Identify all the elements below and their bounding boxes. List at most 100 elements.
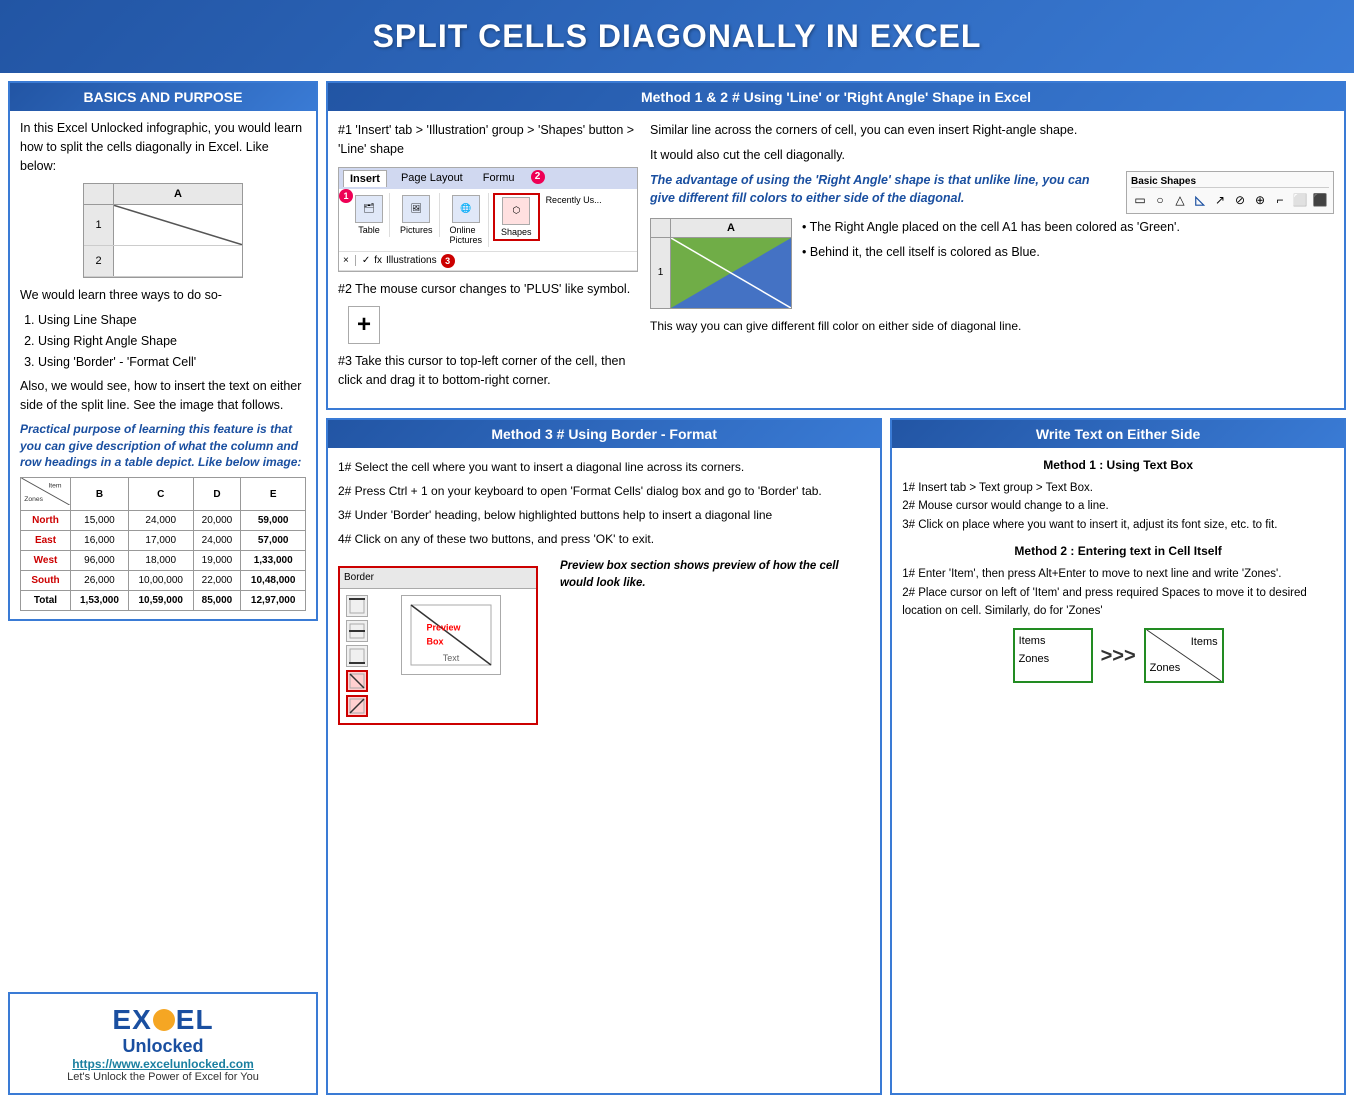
shape-rect: ▭ [1131, 191, 1149, 209]
row-num-2: 2 [84, 246, 114, 276]
ribbon-group-tables: 🗂 Table [349, 193, 390, 237]
ribbon-group-online: 🌐 OnlinePictures [444, 193, 490, 247]
shape-misc4: ⬜ [1291, 191, 1309, 209]
arrow-icon: >>> [1101, 640, 1136, 672]
north-c: 24,000 [128, 511, 193, 531]
methods-list: Using Line Shape Using Right Angle Shape… [38, 311, 306, 371]
ribbon-body: 1 🗂 Table 🖼 Pictures 🌐 [339, 189, 637, 251]
ribbon-tabs: Insert Page Layout Formu 2 [339, 168, 637, 189]
method12-left: #1 'Insert' tab > 'Illustration' group >… [338, 121, 638, 398]
north-e: 59,000 [241, 511, 306, 531]
east-b: 16,000 [71, 531, 129, 551]
logo-url[interactable]: https://www.excelunlocked.com [20, 1057, 306, 1071]
color-demo-excel: A 1 [650, 218, 792, 309]
logo-ex: EX [112, 1004, 151, 1035]
total-label: Total [21, 591, 71, 611]
logo-el: EL [176, 1004, 214, 1035]
ribbon-shapes-label: Shapes [501, 227, 532, 237]
excel-row-1: 1 [84, 205, 242, 246]
border-btn-diag2[interactable] [346, 695, 368, 717]
basic-shapes-title: Basic Shapes [1131, 176, 1329, 188]
method12-header: Method 1 & 2 # Using 'Line' or 'Right An… [328, 83, 1344, 111]
items-zones-demo: Items Zones >>> Items Zones [902, 628, 1334, 683]
border-dialog: Border [338, 566, 538, 725]
cell2-diag-line [1146, 630, 1222, 681]
col-c-header: C [128, 478, 193, 511]
method12-content: #1 'Insert' tab > 'Illustration' group >… [328, 111, 1344, 408]
border-preview-box: Preview Box Text [401, 595, 501, 675]
west-label: West [21, 551, 71, 571]
border-btn-bottom[interactable] [346, 645, 368, 667]
logo-main: EX EL [20, 1004, 306, 1036]
m3-step3: 3# Under 'Border' heading, below highlig… [338, 506, 870, 525]
color-demo-header: A [651, 219, 791, 238]
formula-name: × [343, 255, 356, 266]
north-b: 15,000 [71, 511, 129, 531]
intro-text: In this Excel Unlocked infographic, you … [20, 119, 306, 175]
also-text: Also, we would see, how to insert the te… [20, 377, 306, 415]
illustrations-label: Illustrations [386, 255, 437, 266]
ribbon-num-2: 2 [531, 170, 545, 184]
total-e: 12,97,000 [241, 591, 306, 611]
formula-fx: fx [374, 255, 382, 266]
shape-circle: ○ [1151, 191, 1169, 209]
col-b-header: B [71, 478, 129, 511]
items-zones-cell-1: Items Zones [1013, 628, 1093, 683]
border-btn-diag1[interactable] [346, 670, 368, 692]
border-btn-middle[interactable] [346, 620, 368, 642]
logo-circle [153, 1009, 175, 1031]
ribbon-tab-formulas[interactable]: Formu [477, 170, 521, 187]
method-3: Using 'Border' - 'Format Cell' [38, 353, 306, 372]
bullet2: • Behind it, the cell itself is colored … [802, 243, 1180, 262]
color-demo-bullets: • The Right Angle placed on the cell A1 … [802, 218, 1180, 268]
col-d-header: D [193, 478, 241, 511]
method1-title: Method 1 : Using Text Box [902, 456, 1334, 475]
table-row: South 26,000 10,00,000 22,000 10,48,000 [21, 571, 306, 591]
basics-section: BASICS AND PURPOSE In this Excel Unlocke… [8, 81, 318, 621]
ribbon-tab-insert[interactable]: Insert [343, 170, 387, 187]
step1-text: #1 'Insert' tab > 'Illustration' group >… [338, 121, 638, 159]
col-a-header: A [114, 184, 242, 204]
west-b: 96,000 [71, 551, 129, 571]
ribbon-tab-pagelayout[interactable]: Page Layout [395, 170, 469, 187]
ribbon-online-icon: 🌐 [452, 195, 480, 223]
recently-used-label: Recently Us... [544, 193, 604, 207]
main-title: SPLIT CELLS DIAGONALLY IN EXCEL [0, 0, 1354, 73]
basics-header: BASICS AND PURPOSE [10, 83, 316, 111]
north-d: 20,000 [193, 511, 241, 531]
left-column: BASICS AND PURPOSE In this Excel Unlocke… [8, 81, 318, 1095]
cell1-zones: Zones [1019, 651, 1087, 669]
cell-a1-diag [114, 205, 242, 245]
border-dialog-title: Border [340, 568, 536, 589]
total-c: 10,59,000 [128, 591, 193, 611]
bullet1: • The Right Angle placed on the cell A1 … [802, 218, 1180, 237]
south-d: 22,000 [193, 571, 241, 591]
row-num-1: 1 [84, 205, 114, 245]
num-badge-3: 3 [441, 254, 455, 268]
corner-cell [651, 219, 671, 237]
write-text-header: Write Text on Either Side [892, 420, 1344, 448]
table-row: West 96,000 18,000 19,000 1,33,000 [21, 551, 306, 571]
logo-box: EX EL Unlocked https://www.excelunlocked.… [8, 992, 318, 1095]
ribbon-group-pictures: 🖼 Pictures [394, 193, 440, 237]
south-label: South [21, 571, 71, 591]
excel-ribbon: Insert Page Layout Formu 2 1 🗂 Table [338, 167, 638, 272]
ribbon-shapes-icon[interactable]: ⬡ [502, 197, 530, 225]
total-d: 85,000 [193, 591, 241, 611]
col-a-label: A [671, 219, 791, 237]
excel-row-2: 2 [84, 246, 242, 277]
shape-arrow: ↗ [1211, 191, 1229, 209]
east-d: 24,000 [193, 531, 241, 551]
west-d: 19,000 [193, 551, 241, 571]
italic-purpose: Practical purpose of learning this featu… [20, 421, 306, 471]
shape-misc2: ⊕ [1251, 191, 1269, 209]
logo-unlocked: Unlocked [20, 1036, 306, 1057]
items-zones-cell-2: Items Zones [1144, 628, 1224, 683]
shape-right-angle: ◺ [1191, 191, 1209, 209]
color-demo-section: A 1 [650, 218, 1334, 309]
south-e: 10,48,000 [241, 571, 306, 591]
border-btn-top[interactable] [346, 595, 368, 617]
m3-step1: 1# Select the cell where you want to ins… [338, 458, 870, 477]
right-text1: Similar line across the corners of cell,… [650, 121, 1334, 140]
method12-section: Method 1 & 2 # Using 'Line' or 'Right An… [326, 81, 1346, 410]
